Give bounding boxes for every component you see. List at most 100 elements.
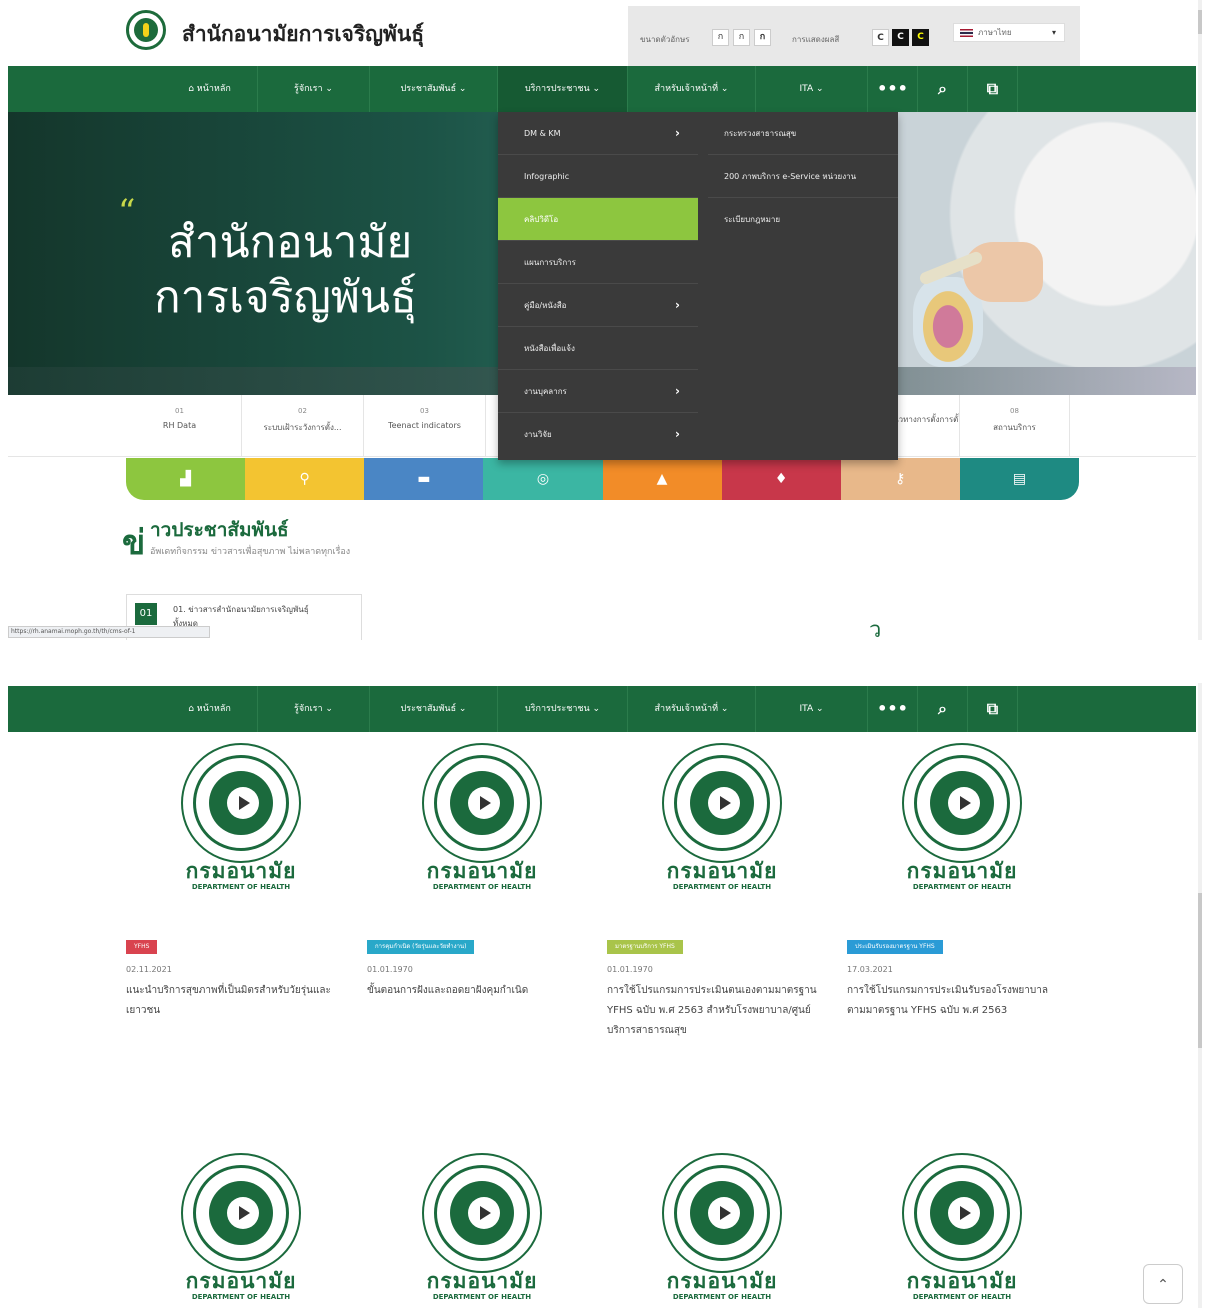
menu-item-research[interactable]: งานวิจัย › xyxy=(498,413,698,456)
menu-item-eservice[interactable]: 200 ภาพบริการ e-Service หน่วยงาน xyxy=(708,155,898,198)
menu-item-personnel[interactable]: งานบุคลากร › xyxy=(498,370,698,413)
department-emblem-thumbnail[interactable] xyxy=(662,743,782,863)
chevron-right-icon: › xyxy=(675,384,680,398)
key-icon[interactable]: ⚷ xyxy=(840,458,960,500)
play-icon xyxy=(468,1197,500,1229)
sitemap-icon[interactable]: ⧉ xyxy=(968,66,1018,112)
pin-icon[interactable]: ♦ xyxy=(721,458,841,500)
contrast-label: การแสดงผลสี xyxy=(792,35,840,44)
nav-about[interactable]: รู้จักเรา ⌄ xyxy=(258,686,370,732)
menu-item-regulations[interactable]: ระเบียบกฎหมาย xyxy=(708,198,898,241)
nav-staff[interactable]: สำหรับเจ้าหน้าที่ ⌄ xyxy=(628,686,756,732)
nav-services[interactable]: บริการประชาชน ⌄ xyxy=(498,686,628,732)
search-icon[interactable]: ⌕ xyxy=(918,66,968,112)
thai-flag-icon xyxy=(960,29,973,37)
main-nav: ⌂ หน้าหลัก รู้จักเรา ⌄ ประชาสัมพันธ์ ⌄ บ… xyxy=(8,66,1196,112)
site-header: สำนักอนามัยการเจริญพันธุ์ ขนาดตัวอักษร ก… xyxy=(0,0,1205,66)
nav-services[interactable]: บริการประชาชน ⌄ xyxy=(498,66,628,112)
font-size-medium-button[interactable]: ก xyxy=(733,29,750,46)
nav-ita[interactable]: ITA ⌄ xyxy=(756,66,868,112)
department-emblem-thumbnail[interactable] xyxy=(422,743,542,863)
department-emblem-thumbnail[interactable] xyxy=(181,743,301,863)
video-date: 02.11.2021 xyxy=(126,965,172,974)
quick-link-teen-indicators[interactable]: 03 Teenact indicators xyxy=(364,395,486,457)
department-emblem-thumbnail[interactable] xyxy=(902,1153,1022,1273)
menu-item-moph[interactable]: กระทรวงสาธารณสุข xyxy=(708,112,898,155)
category-badge[interactable]: YFHS xyxy=(126,940,158,954)
brand-english: DEPARTMENT OF HEALTH xyxy=(912,1293,1012,1301)
scrollbar-thumb[interactable] xyxy=(1198,10,1202,34)
quick-link-guideline[interactable]: แนวทางการตั้งการตั้งน xyxy=(888,395,960,457)
menu-item-video[interactable]: คลิปวิดีโอ xyxy=(498,198,698,241)
video-date: 17.03.2021 xyxy=(847,965,893,974)
calendar-icon: 01 xyxy=(135,603,157,625)
sitemap-icon[interactable]: ⧉ xyxy=(968,686,1018,732)
quick-link-surveillance[interactable]: 02 ระบบเฝ้าระวังการตั้ง... xyxy=(242,395,364,457)
brand-english: DEPARTMENT OF HEALTH xyxy=(672,883,772,891)
menu-item-service-plan[interactable]: แผนการบริการ xyxy=(498,241,698,284)
font-size-small-button[interactable]: ก xyxy=(712,29,729,46)
brand-english: DEPARTMENT OF HEALTH xyxy=(191,1293,291,1301)
language-select[interactable]: ภาษาไทย ▾ xyxy=(953,23,1065,42)
scrollbar-track[interactable] xyxy=(1198,0,1202,640)
database-icon[interactable]: ▬ xyxy=(364,458,484,500)
more-icon[interactable]: ••• xyxy=(868,66,918,112)
search-icon[interactable]: ⌕ xyxy=(918,686,968,732)
nav-ita[interactable]: ITA ⌄ xyxy=(756,686,868,732)
department-emblem-thumbnail[interactable] xyxy=(662,1153,782,1273)
contrast-dark-button[interactable]: C xyxy=(892,29,909,46)
play-icon xyxy=(227,1197,259,1229)
more-icon[interactable]: ••• xyxy=(868,686,918,732)
factory-icon[interactable]: ▟ xyxy=(126,458,246,500)
location-icon[interactable]: ⚲ xyxy=(245,458,365,500)
home-icon: ⌂ xyxy=(188,704,197,714)
chevron-down-icon: ▾ xyxy=(1051,28,1056,37)
status-bar-url: https://rh.anamai.moph.go.th/th/cms-of-1 xyxy=(8,626,210,638)
category-badge[interactable]: การคุมกำเนิด (วัยรุ่นและวัยทำงาน) xyxy=(367,940,475,954)
department-emblem-thumbnail[interactable] xyxy=(181,1153,301,1273)
back-to-top-button[interactable]: ⌃ xyxy=(1143,1264,1183,1304)
globe-icon[interactable]: ◎ xyxy=(483,458,603,500)
nav-staff[interactable]: สำหรับเจ้าหน้าที่ ⌄ xyxy=(628,66,756,112)
play-icon xyxy=(948,787,980,819)
menu-item-dm-km[interactable]: DM & KM › xyxy=(498,112,698,155)
menu-item-notice[interactable]: หนังสือเพื่อแจ้ง xyxy=(498,327,698,370)
chevron-right-icon: › xyxy=(675,126,680,140)
video-title[interactable]: ขั้นตอนการฝังและถอดยาฝังคุมกำเนิด xyxy=(367,981,582,1001)
brand-english: DEPARTMENT OF HEALTH xyxy=(912,883,1012,891)
quick-link-service[interactable]: 08 สถานบริการ xyxy=(960,395,1070,457)
brand-english: DEPARTMENT OF HEALTH xyxy=(191,883,291,891)
font-size-label: ขนาดตัวอักษร xyxy=(640,35,690,44)
nav-pr[interactable]: ประชาสัมพันธ์ ⌄ xyxy=(370,686,498,732)
department-emblem-thumbnail[interactable] xyxy=(422,1153,542,1273)
nav-home[interactable]: ⌂ หน้าหลัก xyxy=(162,686,258,732)
nav-pr[interactable]: ประชาสัมพันธ์ ⌄ xyxy=(370,66,498,112)
category-badge[interactable]: ประเมินรับรองมาตรฐาน YFHS xyxy=(847,940,943,954)
scrollbar-thumb[interactable] xyxy=(1198,893,1202,1048)
contrast-normal-button[interactable]: C xyxy=(872,29,889,46)
brand-english: DEPARTMENT OF HEALTH xyxy=(432,1293,532,1301)
menu-item-manual[interactable]: คู่มือ/หนังสือ › xyxy=(498,284,698,327)
video-title[interactable]: การใช้โปรแกรมการประเมินตนเองตามมาตรฐาน Y… xyxy=(607,981,822,1041)
contrast-yellow-button[interactable]: C xyxy=(912,29,929,46)
nav-about[interactable]: รู้จักเรา ⌄ xyxy=(258,66,370,112)
department-emblem-thumbnail[interactable] xyxy=(902,743,1022,863)
lock-icon[interactable]: ▲ xyxy=(602,458,722,500)
nav-home[interactable]: ⌂ หน้าหลัก xyxy=(162,66,258,112)
menu-item-infographic[interactable]: Infographic xyxy=(498,155,698,198)
video-title[interactable]: แนะนำบริการสุขภาพที่เป็นมิตรสำหรับวัยรุ่… xyxy=(126,981,341,1021)
department-logo[interactable] xyxy=(126,10,166,50)
video-title[interactable]: การใช้โปรแกรมการประเมินรับรองโรงพยาบาลตา… xyxy=(847,981,1062,1021)
hero-heading-line2: การเจริญพันธุ์ xyxy=(154,272,417,323)
play-icon xyxy=(468,787,500,819)
font-size-large-button[interactable]: ก xyxy=(754,29,771,46)
chevron-right-icon: › xyxy=(675,427,680,441)
category-tiles: ▟ ⚲ ▬ ◎ ▲ ♦ ⚷ ▤ xyxy=(126,458,1079,500)
category-badge[interactable]: มาตรฐานบริการ YFHS xyxy=(607,940,683,954)
video-date: 01.01.1970 xyxy=(367,965,413,974)
partial-heading: ว xyxy=(869,618,882,640)
play-icon xyxy=(708,787,740,819)
site-title[interactable]: สำนักอนามัยการเจริญพันธุ์ xyxy=(182,18,424,51)
document-icon[interactable]: ▤ xyxy=(959,458,1079,500)
quick-link-rh-data[interactable]: 01 RH Data xyxy=(118,395,242,457)
